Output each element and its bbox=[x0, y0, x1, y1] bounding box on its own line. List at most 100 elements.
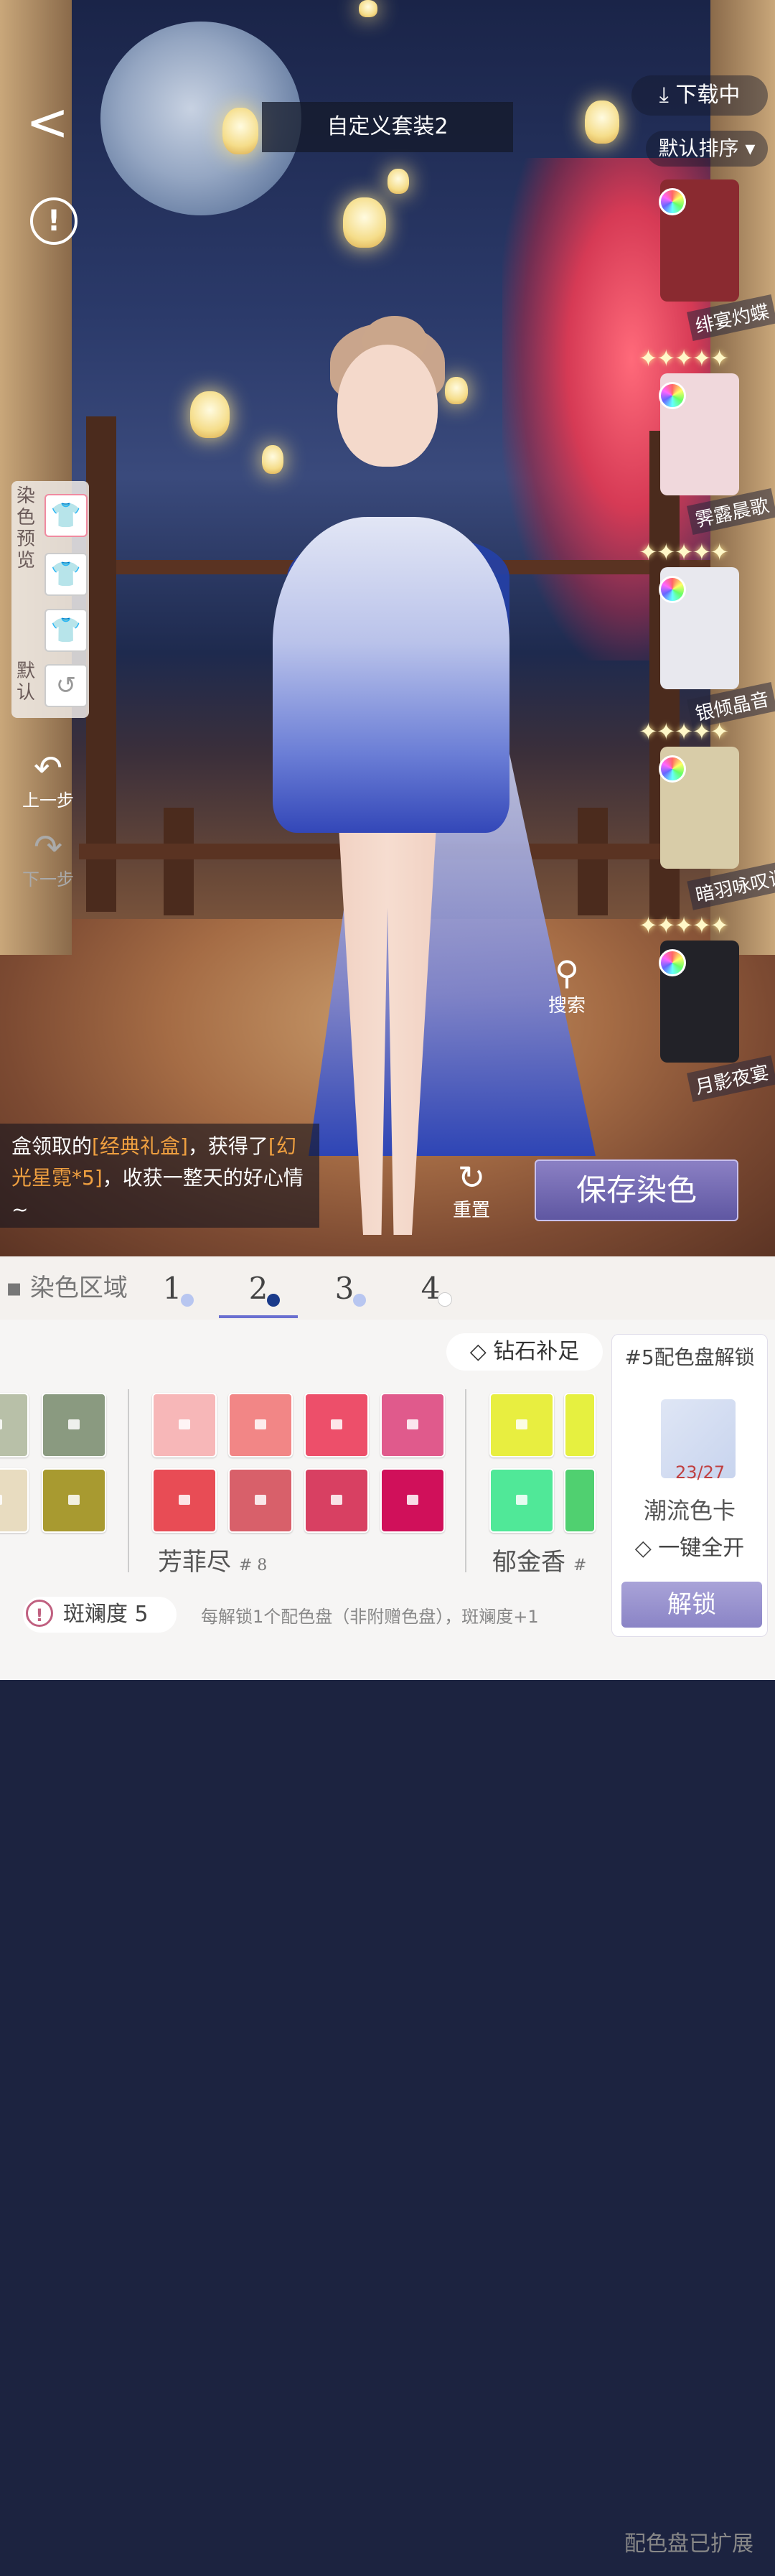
lantern bbox=[585, 101, 619, 144]
unlock-count: 23/27 bbox=[675, 1462, 725, 1483]
active-tab-indicator bbox=[219, 1315, 298, 1318]
color-swatch[interactable] bbox=[152, 1468, 217, 1533]
system-message: 盒领取的[经典礼盒]，获得了[幻光星霓*5]，收获一整天的好心情~ bbox=[0, 1124, 319, 1228]
diamond-refill-button[interactable]: ◇ 钻石补足 bbox=[446, 1333, 603, 1371]
color-swatch[interactable] bbox=[228, 1393, 293, 1457]
color-swatch[interactable] bbox=[380, 1393, 445, 1457]
outfit-item[interactable]: ✦✦✦✦✦ 暗羽咏叹调 bbox=[639, 718, 775, 910]
palette-expanded-label: 配色盘已扩展 bbox=[624, 2531, 753, 2557]
color-swatch[interactable] bbox=[380, 1468, 445, 1533]
search-icon: ⚲ bbox=[555, 953, 579, 992]
unlock-button[interactable]: 解锁 bbox=[621, 1582, 762, 1628]
lock-icon bbox=[0, 1419, 2, 1429]
shirt-preview-1-icon[interactable]: 👕 bbox=[44, 494, 88, 537]
outfit-item[interactable]: ✦✦✦✦✦ 月影夜宴 bbox=[639, 912, 775, 1103]
color-swatch[interactable] bbox=[304, 1468, 369, 1533]
rating-stars: ✦✦✦✦✦ bbox=[639, 718, 729, 745]
alert-icon: ! bbox=[26, 1600, 53, 1627]
palette-name: 郁金香 # bbox=[492, 1548, 587, 1577]
undo-button[interactable]: ↶ 上一步 bbox=[16, 750, 80, 811]
unlock-all-option[interactable]: ◇ 一键全开 bbox=[612, 1530, 767, 1562]
lock-icon bbox=[516, 1495, 527, 1505]
color-swatch[interactable] bbox=[564, 1468, 596, 1533]
railing-post bbox=[164, 808, 194, 915]
color-swatch[interactable] bbox=[564, 1393, 596, 1457]
dye-region-tabs: ▪ 染色区域 1 2 3 4 配色盘已扩展 bbox=[0, 1256, 775, 2557]
default-label: 默认 bbox=[16, 661, 35, 704]
lock-icon bbox=[331, 1419, 342, 1429]
lock-icon bbox=[255, 1495, 266, 1505]
tab-region-4[interactable]: 4 bbox=[402, 1264, 459, 1314]
lock-icon bbox=[179, 1495, 190, 1505]
color-wheel-icon bbox=[659, 576, 686, 603]
lock-icon bbox=[68, 1419, 80, 1429]
redo-icon: ↷ bbox=[33, 827, 63, 867]
lock-icon bbox=[407, 1419, 418, 1429]
rating-stars: ✦✦✦✦✦ bbox=[639, 538, 729, 566]
region-color-dot bbox=[267, 1294, 280, 1307]
shirt-default-icon[interactable]: ↺ bbox=[44, 664, 88, 707]
lock-icon bbox=[407, 1495, 418, 1505]
outfit-item[interactable]: ✦✦✦✦✦ 银倾晶音 bbox=[639, 538, 775, 729]
color-wheel-icon bbox=[659, 949, 686, 976]
color-swatch[interactable] bbox=[42, 1468, 106, 1533]
color-swatch[interactable] bbox=[0, 1468, 29, 1533]
rating-stars: ✦✦✦✦✦ bbox=[639, 345, 729, 372]
shirt-preview-3-icon[interactable]: 👕 bbox=[44, 609, 88, 652]
lock-icon bbox=[68, 1495, 80, 1505]
railing-post bbox=[86, 416, 116, 912]
outfit-item[interactable]: ✦✦✦✦✦ 霁露晨歌 bbox=[639, 345, 775, 536]
palette-divider bbox=[465, 1389, 466, 1572]
lantern bbox=[359, 0, 377, 17]
undo-icon: ↶ bbox=[33, 748, 63, 788]
color-swatch[interactable] bbox=[304, 1393, 369, 1457]
dye-preview-label: 染色预览 bbox=[16, 485, 35, 571]
outfit-list: 绯宴灼蝶 ✦✦✦✦✦ 霁露晨歌 ✦✦✦✦✦ 银倾晶音 ✦✦✦✦✦ 暗羽咏叹调 ✦… bbox=[631, 179, 775, 1103]
unlock-title: #5配色盘解锁 bbox=[624, 1345, 755, 1369]
tab-region-2[interactable]: 2 bbox=[230, 1264, 287, 1314]
tab-region-3[interactable]: 3 bbox=[316, 1264, 373, 1314]
lantern bbox=[262, 445, 283, 474]
palette-divider bbox=[128, 1389, 129, 1572]
shirt-preview-2-icon[interactable]: 👕 bbox=[44, 553, 88, 596]
sort-dropdown[interactable]: 默认排序 ▾ bbox=[646, 131, 768, 167]
lock-icon bbox=[331, 1495, 342, 1505]
outfit-title: 自定义套装2 bbox=[262, 102, 513, 152]
diamond-icon: ◇ bbox=[634, 1536, 659, 1561]
lock-icon bbox=[179, 1419, 190, 1429]
lock-icon bbox=[255, 1419, 266, 1429]
outfit-item[interactable]: 绯宴灼蝶 bbox=[639, 179, 775, 342]
lantern bbox=[343, 197, 386, 248]
tab-region-1[interactable]: 1 bbox=[144, 1264, 201, 1314]
back-chevron-icon[interactable]: < bbox=[26, 93, 76, 151]
palette-name: 芳菲尽 # 8 bbox=[158, 1548, 268, 1577]
color-wheel-icon bbox=[659, 755, 686, 783]
download-status[interactable]: ⤓ 下载中 bbox=[631, 75, 768, 116]
color-swatch[interactable] bbox=[228, 1468, 293, 1533]
color-swatch[interactable] bbox=[42, 1393, 106, 1457]
dye-region-label: ▪ 染色区域 bbox=[6, 1274, 128, 1302]
diamond-icon: ◇ bbox=[469, 1339, 494, 1364]
character-dress bbox=[273, 517, 509, 833]
region-color-dot bbox=[438, 1292, 452, 1307]
reset-button[interactable]: ↻ 重置 bbox=[439, 1159, 504, 1222]
color-swatch[interactable] bbox=[152, 1393, 217, 1457]
lantern bbox=[388, 169, 409, 194]
save-dye-button[interactable]: 保存染色 bbox=[535, 1159, 738, 1221]
lantern bbox=[445, 377, 468, 404]
palette-card-name: 潮流色卡 bbox=[643, 1497, 736, 1524]
character-head bbox=[337, 345, 438, 467]
spot-level-badge[interactable]: ! 斑斓度 5 bbox=[23, 1597, 177, 1633]
lantern bbox=[190, 391, 230, 438]
color-swatch[interactable] bbox=[489, 1468, 554, 1533]
color-swatch[interactable] bbox=[0, 1393, 29, 1457]
redo-button[interactable]: ↷ 下一步 bbox=[16, 829, 80, 890]
railing-post bbox=[578, 808, 608, 915]
region-color-dot bbox=[353, 1294, 366, 1307]
search-button[interactable]: ⚲ 搜索 bbox=[531, 955, 603, 1017]
color-swatch[interactable] bbox=[489, 1393, 554, 1457]
download-icon: ⤓ bbox=[659, 83, 676, 108]
rating-stars: ✦✦✦✦✦ bbox=[639, 912, 729, 939]
info-icon[interactable]: ! bbox=[30, 197, 78, 245]
color-wheel-icon bbox=[659, 382, 686, 409]
